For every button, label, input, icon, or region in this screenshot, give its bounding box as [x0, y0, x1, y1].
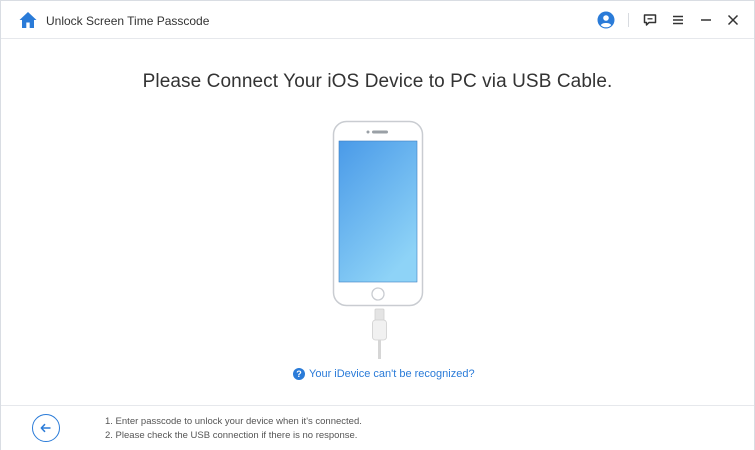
lightning-connector — [374, 308, 385, 322]
back-button[interactable] — [32, 414, 60, 442]
title-bar: Unlock Screen Time Passcode — [1, 1, 754, 39]
instruction-note: 1. Enter passcode to unlock your device … — [105, 416, 362, 427]
home-button — [371, 287, 385, 301]
page-heading: Please Connect Your iOS Device to PC via… — [142, 71, 613, 92]
help-link-label: Your iDevice can't be recognized? — [309, 368, 475, 380]
phone-screen — [338, 140, 418, 283]
question-icon: ? — [293, 368, 305, 380]
minimize-icon[interactable] — [696, 10, 716, 30]
device-not-recognized-link[interactable]: ? Your iDevice can't be recognized? — [293, 368, 475, 380]
instruction-notes: 1. Enter passcode to unlock your device … — [105, 415, 362, 443]
speaker-grille — [372, 130, 388, 134]
feedback-icon[interactable] — [640, 10, 660, 30]
arrow-left-icon — [40, 423, 51, 433]
iphone-illustration — [332, 120, 424, 359]
front-camera — [366, 130, 370, 134]
cable-plug — [372, 319, 387, 341]
account-icon[interactable] — [596, 10, 616, 30]
instruction-note: 2. Please check the USB connection if th… — [105, 430, 358, 441]
close-icon[interactable] — [723, 10, 743, 30]
titlebar-separator — [628, 13, 629, 27]
app-window: Unlock Screen Time Passcode Please Conne… — [0, 0, 755, 450]
footer: 1. Enter passcode to unlock your device … — [1, 405, 754, 450]
home-icon[interactable] — [18, 10, 38, 30]
window-title: Unlock Screen Time Passcode — [46, 14, 210, 28]
menu-icon[interactable] — [668, 10, 688, 30]
